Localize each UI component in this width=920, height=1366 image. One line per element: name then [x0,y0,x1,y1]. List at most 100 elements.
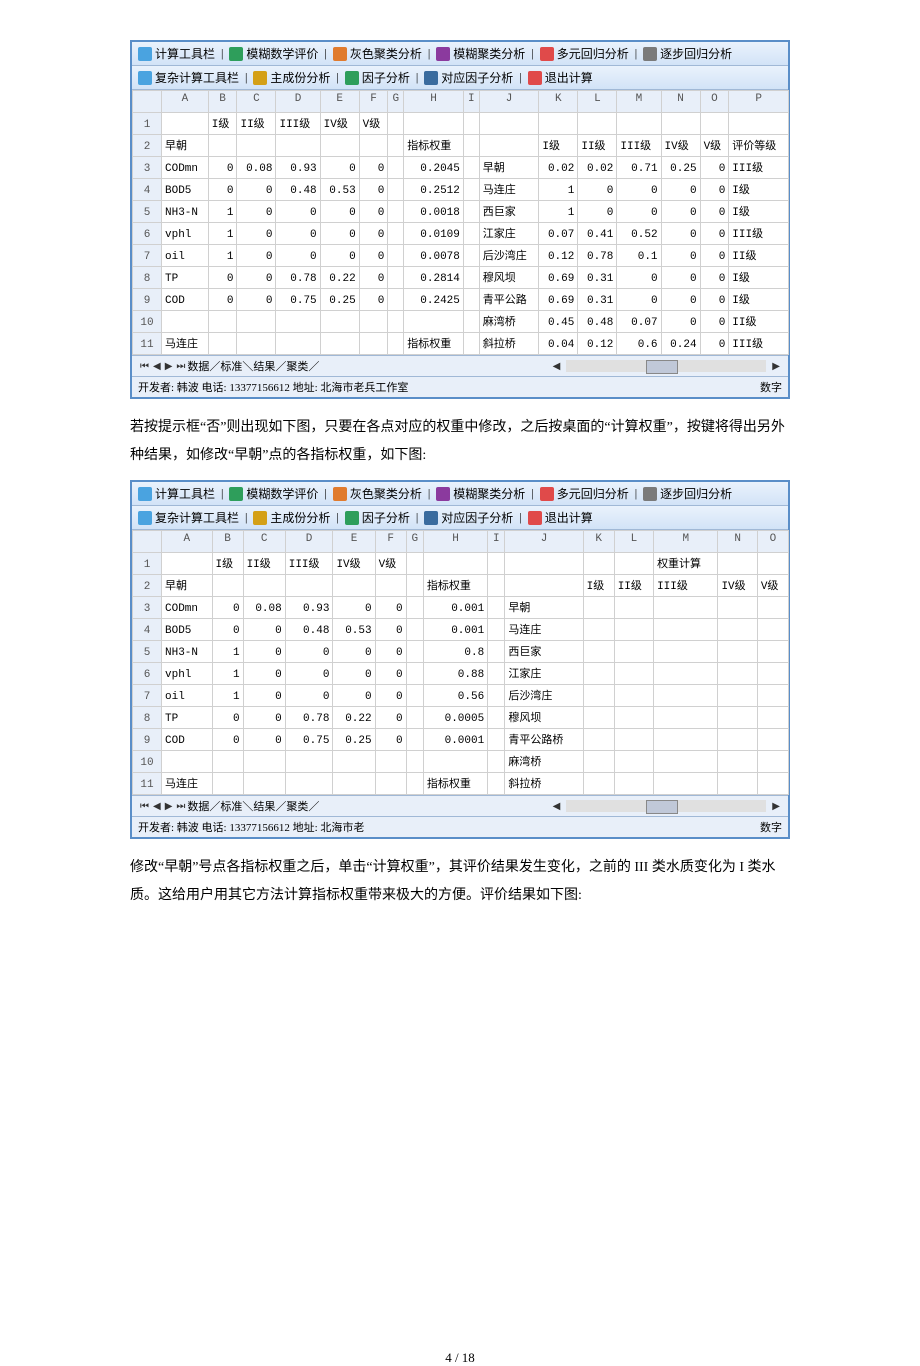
grid-cell[interactable]: 0.12 [578,333,617,355]
grid-cell[interactable]: 0 [359,223,388,245]
nav-first-icon[interactable]: ⏮ [138,801,151,812]
col-header[interactable]: N [718,531,757,553]
scroll-left-icon[interactable]: ◀ [551,801,563,812]
col-header[interactable]: K [539,91,578,113]
grid-cell[interactable]: 0.45 [539,311,578,333]
grid-cell[interactable] [388,135,404,157]
tb3-btn-calc[interactable]: 计算工具栏 [138,485,215,502]
grid-cell[interactable]: II级 [729,311,789,333]
grid-cell[interactable]: 0 [285,641,333,663]
grid-cell[interactable] [212,751,243,773]
grid-cell[interactable] [488,729,505,751]
grid-cell[interactable]: 青平公路 [479,289,539,311]
grid-cell[interactable]: CODmn [162,597,213,619]
grid-cell[interactable]: IV级 [661,135,700,157]
grid-cell[interactable]: 0 [617,267,661,289]
nav-first-icon[interactable]: ⏮ [138,361,151,372]
grid-cell[interactable]: 0 [212,619,243,641]
grid-cell[interactable]: 指标权重 [423,773,487,795]
row-header[interactable]: 8 [133,267,162,289]
grid-cell[interactable]: 0 [700,311,729,333]
grid-cell[interactable]: 0 [276,223,320,245]
grid-cell[interactable]: IV级 [320,113,359,135]
tb4-btn-corr-factor[interactable]: 对应因子分析 [424,509,513,526]
grid-cell[interactable]: 0.001 [423,619,487,641]
grid-cell[interactable] [463,135,479,157]
tb2-btn-complex[interactable]: 复杂计算工具栏 [138,69,239,86]
grid-cell[interactable]: 评价等级 [729,135,789,157]
grid-cell[interactable] [614,641,653,663]
grid-cell[interactable] [614,663,653,685]
grid-cell[interactable]: CODmn [162,157,209,179]
grid-cell[interactable]: II级 [243,553,285,575]
grid-cell[interactable] [359,311,388,333]
row-header[interactable]: 2 [133,135,162,157]
grid-cell[interactable]: 0.25 [320,289,359,311]
tb3-btn-step-regression[interactable]: 逐步回归分析 [643,485,732,502]
grid-cell[interactable] [488,773,505,795]
col-header[interactable]: H [404,91,464,113]
grid-cell[interactable]: 0 [661,245,700,267]
grid-cell[interactable] [388,179,404,201]
grid-cell[interactable] [614,553,653,575]
col-header[interactable]: P [729,91,789,113]
grid-cell[interactable]: 0.12 [539,245,578,267]
grid-cell[interactable]: 0 [578,201,617,223]
grid-cell[interactable]: 0 [661,179,700,201]
grid-cell[interactable]: I级 [583,575,614,597]
grid-cell[interactable] [654,751,718,773]
row-header[interactable]: 4 [133,619,162,641]
grid-cell[interactable] [757,729,788,751]
grid-cell[interactable]: 0.02 [539,157,578,179]
grid-cell[interactable]: 0.001 [423,597,487,619]
grid-cell[interactable]: 0 [375,597,406,619]
grid-cell[interactable] [654,729,718,751]
row-header[interactable]: 1 [133,553,162,575]
sheet-tabs-1[interactable]: ⏮ ◀ ▶ ⏭ 数据／标准＼结果／聚类／ ◀ ▶ [132,355,788,376]
grid-cell[interactable]: 0.02 [578,157,617,179]
sheet-tab-labels[interactable]: 数据／标准＼结果／聚类／ [187,798,319,814]
col-header[interactable]: E [320,91,359,113]
grid-cell[interactable]: III级 [285,553,333,575]
grid-cell[interactable] [614,751,653,773]
grid-cell[interactable] [212,575,243,597]
grid-cell[interactable] [333,575,375,597]
grid-cell[interactable]: 斜拉桥 [479,333,539,355]
tb4-btn-complex[interactable]: 复杂计算工具栏 [138,509,239,526]
grid-cell[interactable]: III级 [729,223,789,245]
grid-cell[interactable] [488,751,505,773]
grid-cell[interactable]: 0 [375,707,406,729]
col-header[interactable]: B [208,91,237,113]
grid-cell[interactable]: 0.53 [333,619,375,641]
grid-cell[interactable]: 0 [359,179,388,201]
grid-cell[interactable] [406,707,423,729]
grid-cell[interactable] [208,311,237,333]
grid-cell[interactable] [388,223,404,245]
grid-cell[interactable] [654,597,718,619]
grid-cell[interactable]: I级 [729,289,789,311]
grid-cell[interactable]: 0 [333,663,375,685]
grid-cell[interactable]: 0.0005 [423,707,487,729]
grid-cell[interactable] [583,773,614,795]
grid-cell[interactable]: 穆风坝 [479,267,539,289]
grid-cell[interactable] [654,707,718,729]
grid-cell[interactable]: 0.69 [539,267,578,289]
tb1-btn-multi-regression[interactable]: 多元回归分析 [540,45,629,62]
data-grid-2[interactable]: ABCDEFGHIJKLMNO1I级II级III级IV级V级权重计算2早朝指标权… [132,530,788,795]
nav-next-icon[interactable]: ▶ [163,361,175,372]
grid-cell[interactable]: 西巨家 [505,641,583,663]
grid-cell[interactable]: 早朝 [479,157,539,179]
tb2-btn-pca[interactable]: 主成份分析 [253,69,330,86]
grid-cell[interactable] [406,597,423,619]
grid-cell[interactable]: 1 [212,685,243,707]
grid-cell[interactable] [463,333,479,355]
grid-cell[interactable]: 0.52 [617,223,661,245]
grid-cell[interactable] [276,333,320,355]
grid-cell[interactable] [583,751,614,773]
grid-cell[interactable] [718,597,757,619]
tb1-btn-fuzzy-math[interactable]: 模糊数学评价 [229,45,318,62]
grid-cell[interactable]: 后沙湾庄 [479,245,539,267]
grid-cell[interactable]: III级 [654,575,718,597]
grid-cell[interactable]: 青平公路桥 [505,729,583,751]
grid-cell[interactable]: 0 [359,157,388,179]
